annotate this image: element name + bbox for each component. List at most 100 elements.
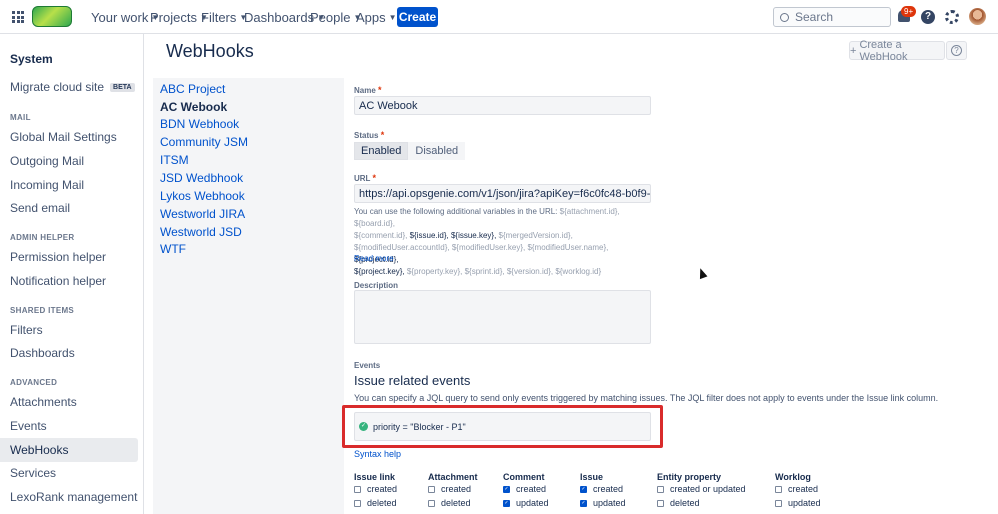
webhook-link-bdn-webhook[interactable]: BDN Webhook	[160, 117, 239, 131]
status-enabled-button[interactable]: Enabled	[354, 142, 409, 160]
section-heading-advanced: ADVANCED	[10, 378, 58, 387]
gear-icon[interactable]	[945, 10, 959, 24]
sidebar-item-send-email[interactable]: Send email	[0, 196, 138, 220]
checkbox-checked[interactable]: ✓	[580, 485, 587, 493]
checkbox-worklog-created[interactable]: created	[775, 484, 818, 494]
sidebar-item-filters[interactable]: Filters	[0, 318, 138, 342]
events-col-issue-link: Issue link	[354, 472, 396, 482]
checkbox-label: created	[788, 484, 819, 494]
url-field[interactable]: https://api.opsgenie.com/v1/json/jira?ap…	[354, 184, 651, 203]
section-heading-admin-helper: ADMIN HELPER	[10, 233, 75, 242]
webhook-link-jsd-wedbhook[interactable]: JSD Wedbhook	[160, 171, 243, 185]
checkbox-checked[interactable]: ✓	[580, 499, 587, 507]
checkbox-issue-created[interactable]: ✓ created	[580, 484, 623, 494]
help-icon[interactable]: ?	[921, 10, 935, 24]
nav-filters[interactable]: Filters ▼	[201, 0, 247, 34]
checkbox[interactable]	[428, 485, 435, 493]
webhook-link-westworld-jsd[interactable]: Westworld JSD	[160, 225, 242, 239]
checkbox-entity-deleted[interactable]: deleted	[657, 498, 700, 508]
search-placeholder: Search	[795, 10, 834, 24]
mouse-cursor-icon	[696, 266, 708, 280]
checkbox-attachment-created[interactable]: created	[428, 484, 471, 494]
checkbox[interactable]	[428, 499, 435, 507]
checkbox-checked[interactable]: ✓	[503, 499, 510, 507]
webhook-link-community-jsm[interactable]: Community JSM	[160, 135, 248, 149]
sidebar-item-dashboards[interactable]: Dashboards	[0, 341, 138, 365]
checkbox-label: deleted	[441, 498, 471, 508]
checkbox-checked[interactable]: ✓	[503, 485, 510, 493]
checkbox[interactable]	[354, 485, 361, 493]
sidebar-item-incoming-mail[interactable]: Incoming Mail	[0, 173, 138, 197]
nav-people[interactable]: People ▼	[310, 0, 361, 34]
notification-badge: 9+	[901, 6, 917, 17]
site-logo[interactable]	[32, 6, 72, 27]
app-switcher-icon[interactable]	[12, 11, 24, 23]
webhook-link-lykos-webhook[interactable]: Lykos Webhook	[160, 189, 245, 203]
checkbox-entity-created-updated[interactable]: created or updated	[657, 484, 746, 494]
section-heading-mail: MAIL	[10, 113, 31, 122]
top-navigation-bar: Your work ▼ Projects ▼ Filters ▼ Dashboards…	[0, 0, 998, 34]
required-asterisk: *	[380, 130, 385, 140]
checkbox-attachment-deleted[interactable]: deleted	[428, 498, 471, 508]
sidebar-item-outgoing-mail[interactable]: Outgoing Mail	[0, 149, 138, 173]
webhook-link-westworld-jira[interactable]: Westworld JIRA	[160, 207, 245, 221]
read-more-link[interactable]: Read more	[354, 254, 394, 263]
events-col-attachment: Attachment	[428, 472, 478, 482]
nav-your-work[interactable]: Your work ▼	[91, 0, 159, 34]
checkbox-comment-created[interactable]: ✓ created	[503, 484, 546, 494]
create-webhook-button[interactable]: + Create a WebHook	[849, 39, 945, 63]
checkbox-label: created	[593, 484, 624, 494]
checkbox-label: deleted	[670, 498, 700, 508]
name-field[interactable]: AC Webook	[354, 96, 651, 115]
status-disabled-button[interactable]: Disabled	[408, 142, 466, 160]
checkbox-issue-link-deleted[interactable]: deleted	[354, 498, 397, 508]
webhook-link-ac-webook[interactable]: AC Webook	[160, 100, 227, 114]
syntax-help-link[interactable]: Syntax help	[354, 449, 401, 459]
nav-your-work-label: Your work	[91, 9, 149, 25]
checkbox[interactable]	[657, 485, 664, 493]
sidebar-item-global-mail[interactable]: Global Mail Settings	[0, 125, 138, 149]
nav-apps-label: Apps	[356, 9, 386, 25]
webhook-link-itsm[interactable]: ITSM	[160, 153, 189, 167]
sidebar-item-system[interactable]: System	[0, 47, 138, 71]
checkbox-label: updated	[593, 498, 626, 508]
checkbox-issue-updated[interactable]: ✓ updated	[580, 498, 626, 508]
events-col-worklog: Worklog	[775, 472, 811, 482]
checkbox-issue-link-created[interactable]: created	[354, 484, 397, 494]
sidebar-item-migrate[interactable]: Migrate cloud site BETA	[0, 75, 138, 99]
description-textarea[interactable]	[354, 290, 651, 344]
sidebar-item-lexorank[interactable]: LexoRank management	[0, 485, 138, 509]
name-label-text: Name	[354, 86, 376, 95]
url-label-text: URL	[354, 174, 371, 183]
checkbox[interactable]	[354, 499, 361, 507]
sidebar-item-permission-helper[interactable]: Permission helper	[0, 245, 138, 269]
sidebar-item-notification-helper[interactable]: Notification helper	[0, 269, 138, 293]
plus-icon: +	[850, 44, 857, 57]
sidebar-item-events[interactable]: Events	[0, 414, 138, 438]
help-var: ${project.key},	[354, 267, 407, 276]
help-var: ${issue.id}, ${issue.key},	[409, 231, 499, 240]
checkbox-worklog-updated[interactable]: updated	[775, 498, 821, 508]
question-icon: ?	[951, 45, 962, 56]
webhook-link-abc-project[interactable]: ABC Project	[160, 82, 225, 96]
sidebar-item-label: Migrate cloud site	[10, 80, 105, 94]
sidebar-item-webhooks[interactable]: WebHooks	[0, 438, 138, 462]
create-button[interactable]: Create	[397, 7, 438, 27]
checkbox-comment-updated[interactable]: ✓ updated	[503, 498, 549, 508]
jql-description: You can specify a JQL query to send only…	[354, 393, 939, 403]
checkbox[interactable]	[775, 499, 782, 507]
search-input[interactable]: Search	[773, 7, 891, 27]
help-intro: You can use the following additional var…	[354, 207, 560, 216]
sidebar-item-services[interactable]: Services	[0, 461, 138, 485]
webhook-link-wtf[interactable]: WTF	[160, 242, 186, 256]
checkbox[interactable]	[657, 499, 664, 507]
avatar[interactable]	[969, 8, 986, 25]
sidebar-item-attachments[interactable]: Attachments	[0, 390, 138, 414]
events-label: Events	[354, 361, 381, 370]
nav-apps[interactable]: Apps ▼	[356, 0, 397, 34]
nav-projects[interactable]: Projects ▼	[150, 0, 208, 34]
checkbox-label: created	[367, 484, 398, 494]
help-button[interactable]: ?	[946, 41, 967, 60]
checkbox[interactable]	[775, 485, 782, 493]
nav-projects-label: Projects	[150, 9, 197, 25]
